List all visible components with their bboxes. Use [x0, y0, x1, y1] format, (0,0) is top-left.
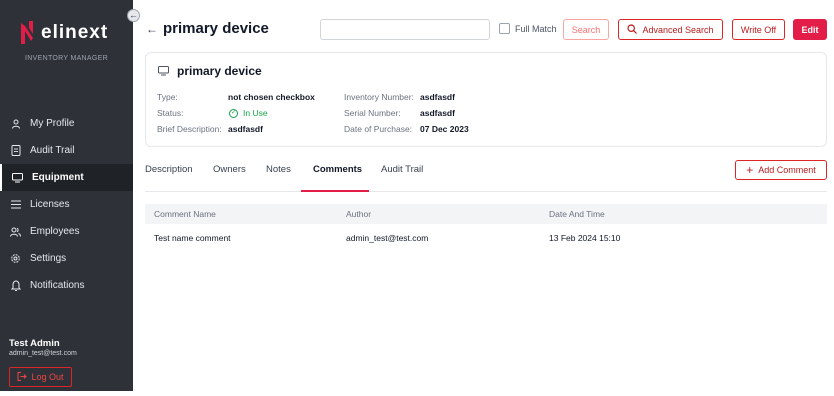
- sidebar-item-settings[interactable]: Settings: [0, 245, 133, 272]
- status-label: Status:: [157, 108, 184, 118]
- search-input[interactable]: [320, 19, 490, 40]
- sidebar-nav: My Profile Audit Trail Equipment License…: [0, 110, 133, 299]
- status-badge: ✓ In Use: [229, 108, 268, 118]
- column-header-comment-name[interactable]: Comment Name: [154, 209, 216, 219]
- logout-icon: [17, 371, 28, 383]
- inventory-number-label: Inventory Number:: [344, 92, 414, 102]
- app-subtitle: INVENTORY MANAGER: [25, 55, 108, 62]
- tab-description[interactable]: Description: [145, 164, 193, 175]
- sidebar-item-equipment[interactable]: Equipment: [0, 164, 133, 191]
- sidebar: elinext INVENTORY MANAGER My Profile Aud…: [0, 0, 133, 391]
- table-row[interactable]: Test name comment admin_test@test.com 13…: [145, 226, 827, 250]
- add-comment-button[interactable]: + Add Comment: [735, 160, 827, 180]
- author-cell: admin_test@test.com: [346, 233, 429, 243]
- check-circle-icon: ✓: [229, 108, 238, 118]
- monitor-icon: [12, 172, 23, 183]
- brief-description-label: Brief Description:: [157, 124, 222, 134]
- search-icon: [627, 23, 638, 36]
- date-time-cell: 13 Feb 2024 15:10: [549, 233, 621, 243]
- status-value: In Use: [243, 108, 268, 118]
- purchase-date-value: 07 Dec 2023: [420, 124, 469, 134]
- monitor-icon: [158, 66, 169, 79]
- type-label: Type:: [157, 92, 178, 102]
- serial-number-value: asdfasdf: [420, 108, 455, 118]
- tab-comments[interactable]: Comments: [313, 164, 362, 175]
- sidebar-item-label: Employees: [30, 226, 80, 237]
- users-icon: [10, 226, 21, 237]
- collapse-sidebar-button[interactable]: ←: [127, 9, 140, 22]
- column-header-author[interactable]: Author: [346, 209, 371, 219]
- logo-text: elinext: [41, 22, 109, 43]
- edit-button[interactable]: Edit: [793, 19, 827, 40]
- list-icon: [10, 199, 21, 210]
- comment-name-cell: Test name comment: [154, 233, 231, 243]
- app-root: elinext INVENTORY MANAGER My Profile Aud…: [0, 0, 834, 396]
- column-header-date-time[interactable]: Date And Time: [549, 209, 605, 219]
- purchase-date-label: Date of Purchase:: [344, 124, 413, 134]
- sidebar-item-audit-trail[interactable]: Audit Trail: [0, 137, 133, 164]
- logo: elinext: [19, 20, 108, 46]
- page-title: primary device: [163, 20, 269, 37]
- plus-icon: +: [746, 163, 754, 177]
- bell-icon: [10, 280, 21, 291]
- sidebar-item-my-profile[interactable]: My Profile: [0, 110, 133, 137]
- logo-mark-icon: [21, 21, 33, 44]
- sidebar-item-label: Notifications: [30, 280, 85, 291]
- sidebar-item-label: Equipment: [32, 172, 84, 183]
- user-name: Test Admin: [9, 338, 60, 349]
- detail-tabs: Description Owners Notes Comments Audit …: [145, 156, 827, 192]
- tab-notes[interactable]: Notes: [266, 164, 291, 175]
- write-off-button[interactable]: Write Off: [732, 19, 785, 40]
- active-tab-indicator: [301, 190, 369, 192]
- add-comment-label: Add Comment: [758, 165, 816, 175]
- device-info-card: primary device Type: not chosen checkbox…: [145, 52, 827, 147]
- sidebar-item-label: Settings: [30, 253, 67, 264]
- document-icon: [10, 145, 21, 156]
- gear-icon: [10, 253, 21, 264]
- brief-description-value: asdfasdf: [228, 124, 263, 134]
- sidebar-item-label: Licenses: [30, 199, 70, 210]
- back-arrow-icon[interactable]: ←: [146, 22, 158, 36]
- card-title: primary device: [177, 64, 262, 78]
- logout-label: Log Out: [31, 372, 64, 382]
- inventory-number-value: asdfasdf: [420, 92, 455, 102]
- tab-owners[interactable]: Owners: [213, 164, 246, 175]
- arrow-left-icon: ←: [129, 10, 138, 20]
- full-match-toggle[interactable]: Full Match: [499, 23, 557, 34]
- logout-button[interactable]: Log Out: [9, 367, 72, 387]
- advanced-search-button[interactable]: Advanced Search: [618, 19, 723, 40]
- sidebar-item-label: My Profile: [30, 118, 75, 129]
- user-email: admin_test@test.com: [9, 350, 77, 357]
- tab-audit-trail[interactable]: Audit Trail: [381, 164, 423, 175]
- full-match-label: Full Match: [515, 23, 557, 34]
- serial-number-label: Serial Number:: [344, 108, 401, 118]
- advanced-search-label: Advanced Search: [642, 24, 714, 35]
- sidebar-item-employees[interactable]: Employees: [0, 218, 133, 245]
- sidebar-item-notifications[interactable]: Notifications: [0, 272, 133, 299]
- table-header: Comment Name Author Date And Time: [145, 204, 827, 224]
- type-value: not chosen checkbox: [228, 92, 315, 102]
- sidebar-item-licenses[interactable]: Licenses: [0, 191, 133, 218]
- full-match-checkbox[interactable]: [499, 23, 510, 34]
- user-icon: [10, 118, 21, 129]
- search-button[interactable]: Search: [563, 19, 609, 40]
- sidebar-item-label: Audit Trail: [30, 145, 75, 156]
